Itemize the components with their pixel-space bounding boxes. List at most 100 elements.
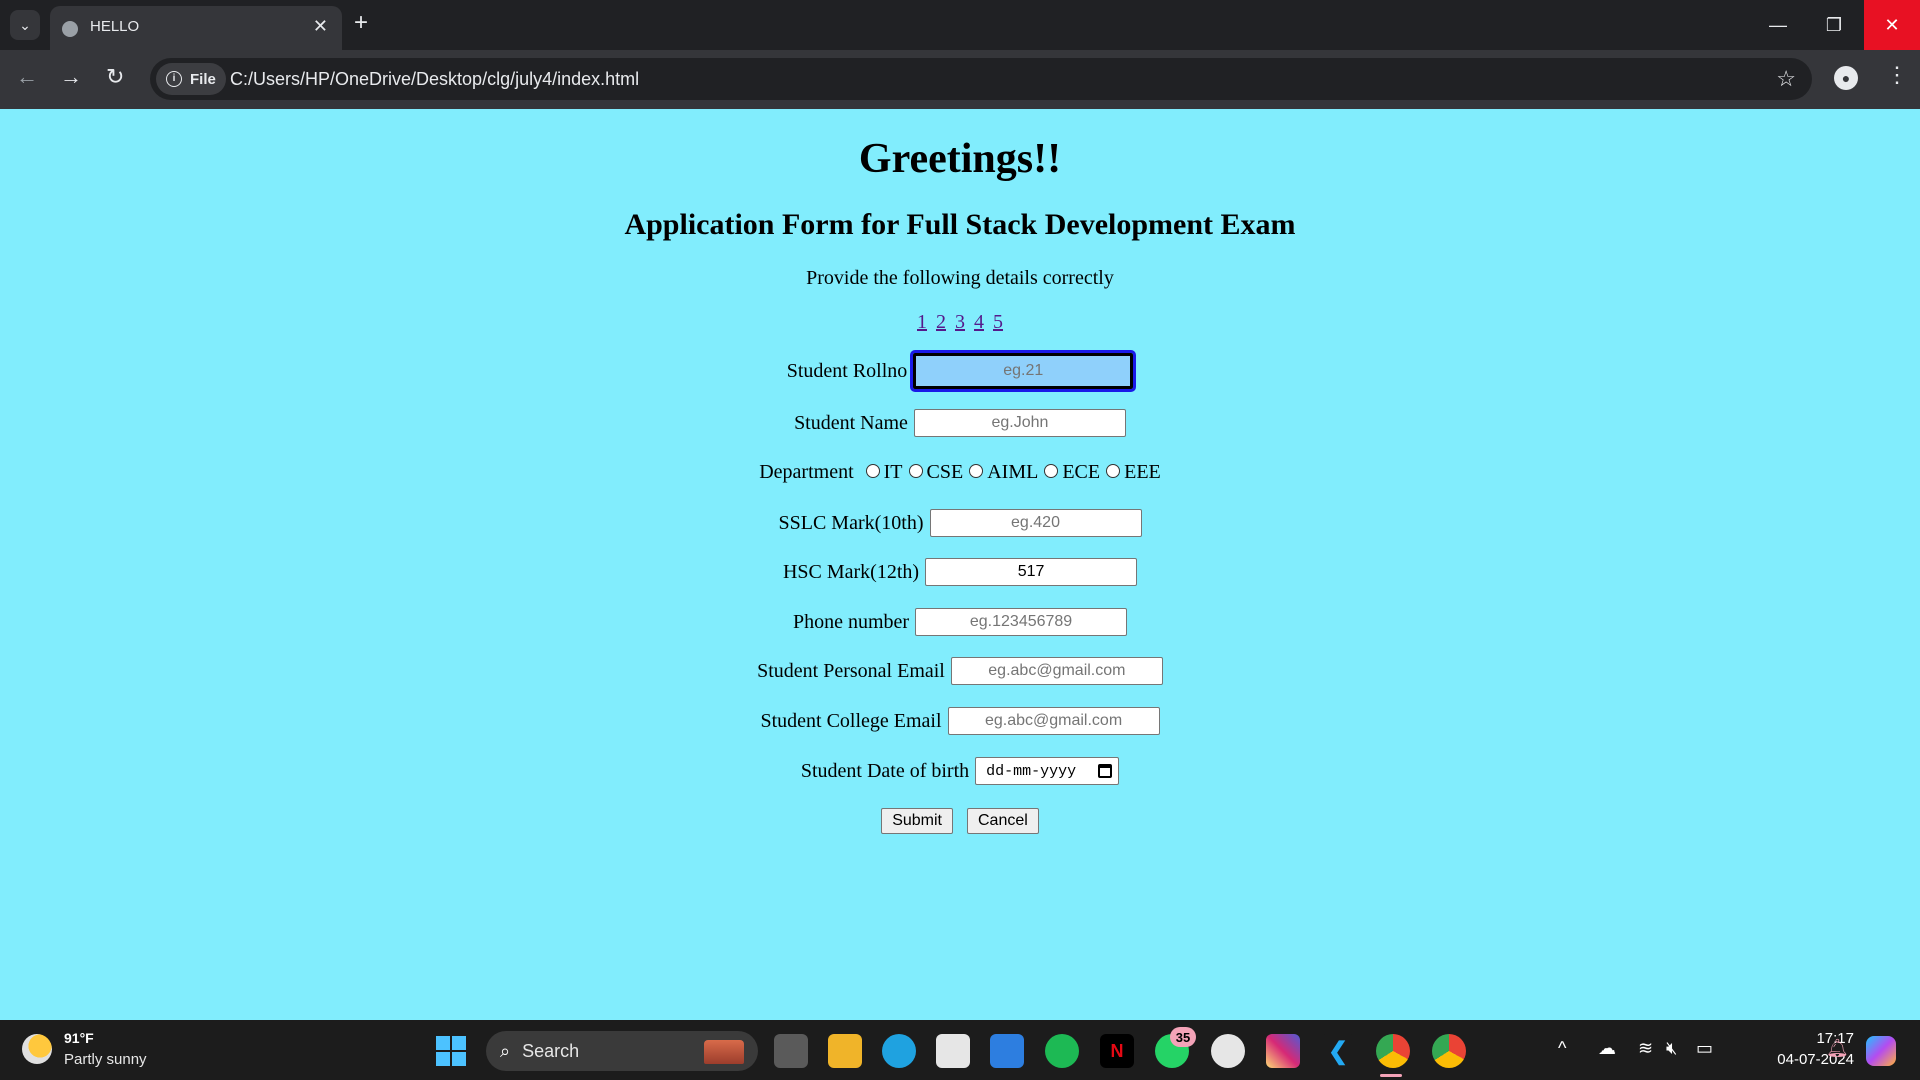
rollno-input[interactable]: [910, 350, 1137, 392]
department-row: Department IT CSE AIML ECE EEE: [0, 461, 1920, 484]
edge-icon[interactable]: [882, 1034, 916, 1068]
radio-it-label: IT: [883, 461, 903, 483]
page-link-3[interactable]: 3: [955, 311, 965, 333]
form-instructions: Provide the following details correctly: [806, 267, 1114, 289]
hsc-row: HSC Mark(12th): [0, 558, 1920, 586]
spotify-icon[interactable]: [1045, 1034, 1079, 1068]
task-view-icon[interactable]: [774, 1034, 808, 1068]
netflix-icon[interactable]: N: [1100, 1034, 1134, 1068]
mail-icon[interactable]: [990, 1034, 1024, 1068]
chevron-up-icon[interactable]: ^: [1558, 1038, 1566, 1059]
radio-aiml-label: AIML: [987, 461, 1039, 483]
close-tab-icon[interactable]: ✕: [313, 16, 328, 37]
sslc-row: SSLC Mark(10th): [0, 509, 1920, 537]
vscode-icon[interactable]: ❮: [1321, 1034, 1355, 1068]
taskbar-search-label: Search: [522, 1040, 580, 1061]
url-text[interactable]: C:/Users/HP/OneDrive/Desktop/clg/july4/i…: [230, 69, 639, 90]
site-info-chip[interactable]: i File: [156, 63, 226, 95]
page-link-2[interactable]: 2: [936, 311, 946, 333]
phone-input[interactable]: [915, 608, 1128, 636]
rollno-label: Student Rollno: [786, 359, 908, 382]
form-title: Application Form for Full Stack Developm…: [624, 208, 1296, 241]
page-links: 1 2 3 4 5: [0, 311, 1920, 334]
copilot-icon[interactable]: [1866, 1036, 1896, 1066]
sslc-input[interactable]: [929, 509, 1142, 537]
hsc-input[interactable]: [925, 558, 1138, 586]
notification-bell-icon[interactable]: 🔔︎: [1826, 1038, 1849, 1059]
close-window-icon[interactable]: ✕: [1864, 0, 1920, 50]
search-icon: ⌕: [500, 1040, 511, 1061]
browser-tab[interactable]: HELLO ✕: [50, 6, 342, 50]
browser-menu-icon[interactable]: ⋮: [1886, 62, 1908, 88]
site-info-label: File: [190, 70, 216, 88]
sslc-label: SSLC Mark(10th): [778, 511, 924, 534]
profile-icon[interactable]: ●: [1834, 66, 1858, 90]
tab-strip: ⌄ HELLO ✕ + — ❐ ✕: [0, 0, 1920, 50]
weather-temperature[interactable]: 91°F: [64, 1030, 94, 1046]
windows-taskbar: 91°F Partly sunny ⌕ Search N 35 ❮ ^ ☁ ≋ …: [0, 1020, 1920, 1080]
page-content: Greetings!! Application Form for Full St…: [0, 109, 1920, 1020]
new-tab-plus-icon[interactable]: +: [354, 9, 368, 37]
minimize-window-icon[interactable]: —: [1750, 0, 1806, 50]
phone-label: Phone number: [792, 610, 910, 633]
battery-icon[interactable]: ▭: [1696, 1038, 1713, 1059]
radio-ece-label: ECE: [1062, 461, 1101, 483]
hsc-label: HSC Mark(12th): [782, 560, 920, 583]
windows-start-icon[interactable]: [436, 1036, 466, 1066]
microsoft-store-icon[interactable]: [936, 1034, 970, 1068]
form-actions: Submit Cancel: [0, 808, 1920, 834]
weather-condition[interactable]: Partly sunny: [64, 1051, 147, 1068]
phone-row: Phone number: [0, 608, 1920, 636]
page-title: Greetings!!: [858, 136, 1062, 182]
radio-aiml[interactable]: [969, 463, 984, 478]
page-link-5[interactable]: 5: [993, 311, 1003, 333]
wifi-icon[interactable]: ≋: [1638, 1038, 1653, 1059]
department-label: Department: [759, 461, 854, 483]
instagram-icon[interactable]: [1266, 1034, 1300, 1068]
onedrive-cloud-icon[interactable]: ☁: [1598, 1038, 1616, 1059]
radio-cse[interactable]: [908, 463, 923, 478]
chrome-icon[interactable]: [1376, 1034, 1410, 1068]
search-highlight-icon: [704, 1040, 744, 1064]
radio-ece[interactable]: [1044, 463, 1059, 478]
browser-toolbar: ← → ↻ i File C:/Users/HP/OneDrive/Deskto…: [0, 50, 1920, 109]
tab-search-chevron-icon[interactable]: ⌄: [10, 10, 40, 40]
globe-icon: [62, 21, 78, 37]
dob-placeholder: dd-mm-yyyy: [986, 762, 1077, 780]
page-link-4[interactable]: 4: [974, 311, 984, 333]
file-explorer-icon[interactable]: [828, 1034, 862, 1068]
dob-label: Student Date of birth: [800, 759, 970, 782]
rollno-row: Student Rollno: [0, 350, 1920, 392]
taskbar-search[interactable]: ⌕ Search: [486, 1031, 758, 1071]
personal-email-label: Student Personal Email: [757, 659, 945, 682]
personal-email-input[interactable]: [950, 657, 1163, 685]
submit-button[interactable]: Submit: [881, 808, 953, 834]
back-arrow-icon[interactable]: ←: [16, 64, 38, 90]
restore-window-icon[interactable]: ❐: [1806, 0, 1862, 50]
tab-title: HELLO: [90, 18, 140, 35]
clock-app-icon[interactable]: [1211, 1034, 1245, 1068]
partly-sunny-icon[interactable]: [22, 1034, 52, 1064]
college-email-label: Student College Email: [760, 709, 942, 732]
name-row: Student Name: [0, 409, 1920, 437]
cancel-button[interactable]: Cancel: [966, 808, 1039, 834]
name-input[interactable]: [913, 409, 1126, 437]
radio-eee[interactable]: [1106, 463, 1121, 478]
bookmark-star-icon[interactable]: ☆: [1776, 66, 1796, 92]
info-icon: i: [166, 71, 182, 87]
reload-icon[interactable]: ↻: [106, 64, 124, 90]
calendar-icon[interactable]: [1098, 764, 1113, 778]
page-link-1[interactable]: 1: [917, 311, 927, 333]
radio-it[interactable]: [865, 463, 880, 478]
name-label: Student Name: [794, 411, 908, 434]
chrome-profile-icon[interactable]: [1432, 1034, 1466, 1068]
college-email-input[interactable]: [947, 707, 1160, 735]
active-app-indicator: [1380, 1074, 1402, 1077]
dob-row: Student Date of birth dd-mm-yyyy: [0, 757, 1920, 785]
forward-arrow-icon[interactable]: →: [60, 64, 82, 90]
dob-input[interactable]: dd-mm-yyyy: [975, 757, 1120, 785]
address-bar[interactable]: i File C:/Users/HP/OneDrive/Desktop/clg/…: [150, 58, 1812, 100]
radio-eee-label: EEE: [1124, 461, 1161, 483]
speaker-muted-icon[interactable]: 🔇︎: [1666, 1038, 1677, 1059]
college-email-row: Student College Email: [0, 707, 1920, 735]
